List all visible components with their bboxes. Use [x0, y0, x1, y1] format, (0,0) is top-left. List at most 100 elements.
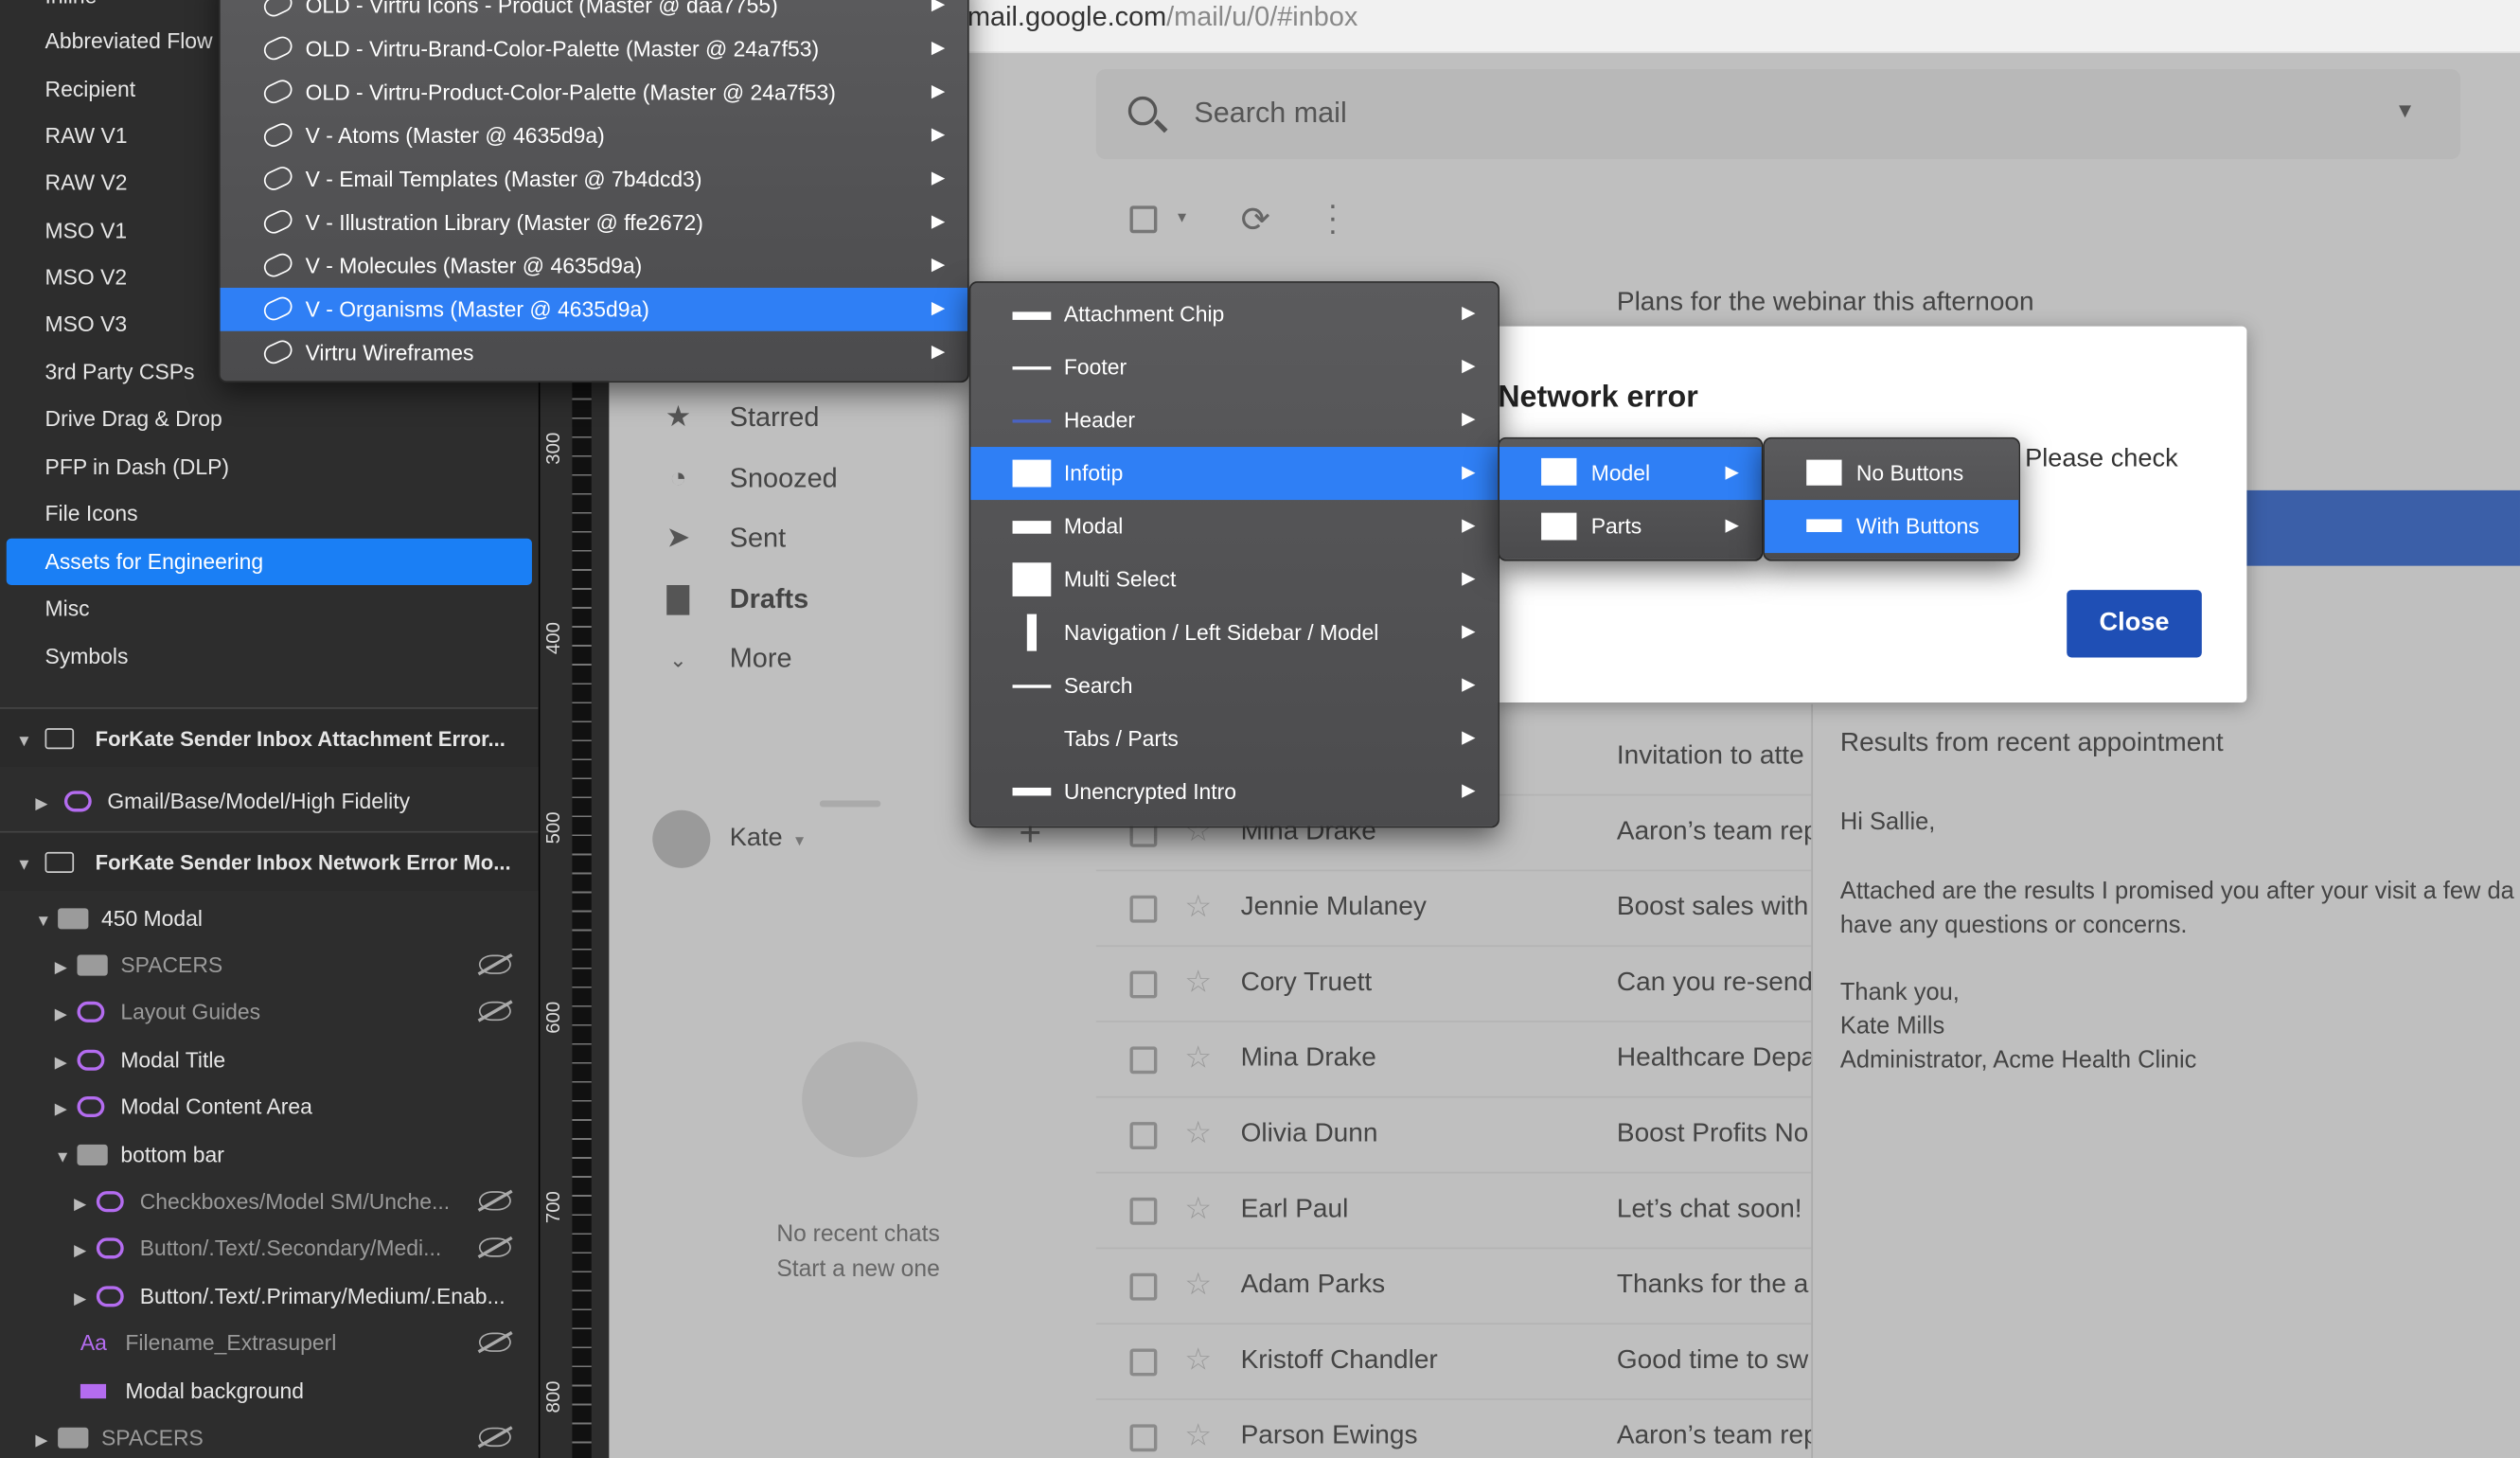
- table-row[interactable]: ☆ Jennie Mulaney Boost sales with: [1095, 871, 1814, 948]
- layer-row[interactable]: ▶ Gmail/Base/Model/High Fidelity: [35, 778, 410, 825]
- hidden-eye-icon[interactable]: [478, 1191, 511, 1211]
- hidden-eye-icon[interactable]: [478, 1427, 511, 1448]
- row-checkbox[interactable]: [1129, 1348, 1158, 1377]
- star-icon[interactable]: ☆: [1184, 1191, 1212, 1228]
- star-icon[interactable]: ☆: [1184, 1418, 1212, 1455]
- menu-item[interactable]: Header ▶: [970, 394, 1498, 447]
- row-checkbox[interactable]: [1129, 1046, 1158, 1075]
- nav-starred[interactable]: ★ Starred: [662, 387, 820, 445]
- hidden-eye-icon[interactable]: [478, 1001, 511, 1022]
- close-button[interactable]: Close: [2067, 590, 2202, 658]
- select-all-checkbox[interactable]: [1129, 205, 1158, 234]
- layer-row[interactable]: ▶ Button/.Text/.Primary/Medium/.Enab...: [74, 1273, 506, 1320]
- table-row[interactable]: ☆ Mina Drake Healthcare Depa: [1095, 1022, 1814, 1098]
- account-dropdown-icon[interactable]: ▼: [792, 833, 807, 849]
- layer-row[interactable]: ▶ Modal Title: [55, 1037, 225, 1083]
- page-item[interactable]: Inline: [45, 0, 98, 19]
- disclosure-right-icon[interactable]: ▶: [55, 945, 78, 991]
- disclosure-down-icon[interactable]: ▼: [35, 898, 58, 945]
- layer-row[interactable]: ▼ 450 Modal: [35, 896, 203, 942]
- menu-item[interactable]: Search ▶: [970, 659, 1498, 712]
- layer-row[interactable]: ▶ Modal Content Area: [55, 1083, 312, 1129]
- avatar[interactable]: [652, 809, 711, 868]
- disclosure-right-icon[interactable]: ▶: [35, 781, 58, 827]
- select-dropdown-icon[interactable]: ▼: [1175, 209, 1189, 225]
- layer-row[interactable]: ▶ Layout Guides: [55, 988, 260, 1035]
- hidden-eye-icon[interactable]: [478, 954, 511, 974]
- page-item[interactable]: MSO V3: [45, 301, 128, 347]
- page-item[interactable]: Misc: [45, 585, 90, 631]
- nav-sent[interactable]: ➤ Sent: [662, 508, 787, 566]
- disclosure-down-icon[interactable]: ▼: [16, 712, 39, 772]
- search-bar[interactable]: Search mail ▼: [1095, 69, 2461, 160]
- star-icon[interactable]: ☆: [1184, 965, 1212, 1002]
- layer-row[interactable]: ▶ Button/.Text/.Secondary/Medi...: [74, 1225, 441, 1271]
- table-row[interactable]: ☆ Adam Parks Thanks for the a: [1095, 1249, 1814, 1325]
- menu-item[interactable]: Attachment Chip ▶: [970, 288, 1498, 341]
- star-icon[interactable]: ☆: [1184, 1267, 1212, 1304]
- menu-item[interactable]: Tabs / Parts ▶: [970, 712, 1498, 765]
- layer-row[interactable]: ▶ SPACERS: [35, 1414, 203, 1458]
- row-checkbox[interactable]: [1129, 970, 1158, 999]
- row-checkbox[interactable]: [1129, 1122, 1158, 1149]
- page-item[interactable]: 3rd Party CSPs: [45, 348, 195, 395]
- hidden-eye-icon[interactable]: [478, 1237, 511, 1257]
- disclosure-right-icon[interactable]: ▶: [55, 1087, 78, 1133]
- page-item[interactable]: File Icons: [45, 490, 138, 537]
- disclosure-right-icon[interactable]: ▶: [74, 1182, 97, 1228]
- layer-row[interactable]: Modal background: [80, 1368, 304, 1414]
- menu-item[interactable]: Virtru Wireframes ▶: [221, 327, 967, 380]
- table-row[interactable]: ☆ Earl Paul Let’s chat soon!: [1095, 1173, 1814, 1250]
- search-options-icon[interactable]: ▼: [2395, 98, 2416, 122]
- layer-row[interactable]: Aa Filename_Extrasuperl: [80, 1320, 336, 1366]
- nav-more[interactable]: ⌄ More: [662, 631, 791, 688]
- page-item[interactable]: RAW V1: [45, 113, 128, 159]
- menu-item[interactable]: Multi Select ▶: [970, 553, 1498, 606]
- page-item[interactable]: RAW V2: [45, 159, 128, 205]
- table-row[interactable]: ☆ Olivia Dunn Boost Profits No: [1095, 1098, 1814, 1174]
- menu-item[interactable]: Navigation / Left Sidebar / Model ▶: [970, 606, 1498, 659]
- star-icon[interactable]: ☆: [1184, 1040, 1212, 1077]
- page-item[interactable]: Drive Drag & Drop: [45, 396, 222, 442]
- star-icon[interactable]: ☆: [1184, 1115, 1212, 1152]
- page-item[interactable]: MSO V2: [45, 254, 128, 300]
- menu-item[interactable]: No Buttons: [1765, 447, 2018, 500]
- disclosure-right-icon[interactable]: ▶: [55, 1040, 78, 1087]
- menu-item-highlighted[interactable]: With Buttons: [1765, 500, 2019, 554]
- row-checkbox[interactable]: [1129, 1272, 1158, 1301]
- page-item[interactable]: Symbols: [45, 633, 129, 680]
- refresh-icon[interactable]: ⟳: [1241, 200, 1270, 241]
- menu-item[interactable]: Unencrypted Intro ▶: [970, 765, 1498, 818]
- row-checkbox[interactable]: [1129, 1197, 1158, 1225]
- search-input[interactable]: Search mail: [1194, 97, 1346, 131]
- page-item[interactable]: PFP in Dash (DLP): [45, 444, 229, 490]
- page-item[interactable]: Abbreviated Flow: [45, 18, 213, 64]
- hidden-eye-icon[interactable]: [478, 1332, 511, 1352]
- page-item-selected[interactable]: Assets for Engineering: [6, 538, 532, 586]
- star-icon[interactable]: ☆: [1184, 889, 1212, 926]
- disclosure-right-icon[interactable]: ▶: [35, 1418, 58, 1458]
- nav-snoozed[interactable]: ◔ Snoozed: [662, 449, 838, 507]
- disclosure-down-icon[interactable]: ▼: [16, 836, 39, 896]
- page-item[interactable]: MSO V1: [45, 207, 128, 254]
- menu-item-highlighted[interactable]: Model ▶: [1499, 447, 1762, 501]
- more-options-icon[interactable]: · · ·: [1327, 189, 1338, 247]
- row-checkbox[interactable]: [1129, 1424, 1158, 1452]
- mail-subject[interactable]: Plans for the webinar this afternoon: [1617, 288, 2034, 318]
- artboard-row[interactable]: ▼ ForKate Sender Inbox Network Error Mo.…: [0, 830, 539, 891]
- disclosure-right-icon[interactable]: ▶: [74, 1228, 97, 1274]
- menu-item-highlighted[interactable]: Infotip ▶: [970, 447, 1499, 501]
- start-chat-link[interactable]: Start a new one: [611, 1257, 1106, 1283]
- layer-row[interactable]: ▶ SPACERS: [55, 942, 222, 988]
- page-item[interactable]: Recipient: [45, 66, 136, 113]
- disclosure-right-icon[interactable]: ▶: [55, 992, 78, 1039]
- disclosure-down-icon[interactable]: ▼: [55, 1135, 78, 1182]
- account-name[interactable]: Kate: [730, 825, 783, 854]
- menu-item-highlighted[interactable]: V - Organisms (Master @ 4635d9a) ▶: [220, 287, 968, 331]
- menu-item[interactable]: Parts ▶: [1500, 500, 1762, 553]
- nav-drafts[interactable]: ▇ Drafts: [662, 569, 808, 627]
- artboard-row[interactable]: ▼ ForKate Sender Inbox Attachment Error.…: [0, 707, 539, 767]
- row-checkbox[interactable]: [1129, 895, 1158, 923]
- star-icon[interactable]: ☆: [1184, 1342, 1212, 1379]
- menu-item[interactable]: Footer ▶: [970, 341, 1498, 394]
